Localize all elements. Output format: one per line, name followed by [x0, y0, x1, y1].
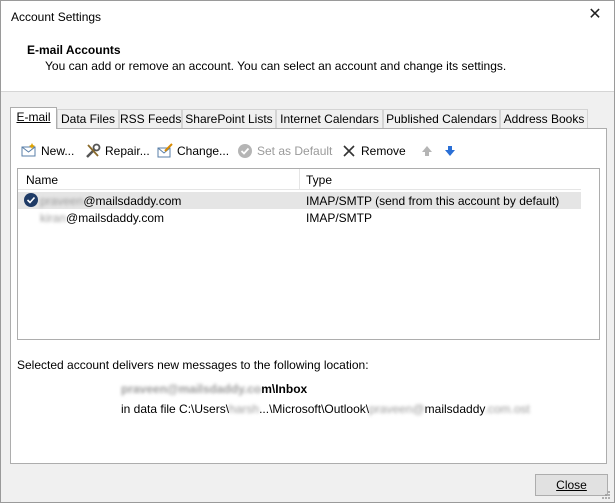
- account-type: IMAP/SMTP (send from this account by def…: [306, 194, 560, 208]
- email-tab-panel: New... Repair... Change... Set as Defaul…: [10, 128, 607, 464]
- change-account-icon: [156, 142, 174, 160]
- arrow-down-icon: [441, 142, 459, 160]
- delivery-data-file-path: in data file C:\Users\harsh...\Microsoft…: [121, 402, 530, 416]
- account-list[interactable]: Name Type praveen@mailsdaddy.com IMAP/SM…: [17, 168, 600, 340]
- column-header-name[interactable]: Name: [18, 169, 300, 190]
- list-header: Name Type: [18, 169, 581, 190]
- account-settings-window: Account Settings ✕ E-mail Accounts You c…: [0, 0, 615, 503]
- arrow-up-icon: [418, 142, 436, 160]
- repair-tools-icon: [84, 142, 102, 160]
- account-name: kiran@mailsdaddy.com: [40, 211, 165, 225]
- repair-button[interactable]: Repair...: [84, 141, 150, 161]
- header-description: You can add or remove an account. You ca…: [45, 59, 507, 73]
- remove-button[interactable]: Remove: [340, 141, 406, 161]
- set-default-label: Set as Default: [257, 144, 333, 158]
- title-bar: Account Settings ✕: [1, 1, 614, 32]
- header-title: E-mail Accounts: [27, 43, 121, 57]
- column-header-type[interactable]: Type: [301, 169, 581, 190]
- resize-grip-icon[interactable]: [601, 489, 611, 499]
- window-title: Account Settings: [11, 10, 102, 24]
- default-account-check-icon: [24, 193, 38, 207]
- tab-internet-calendars[interactable]: Internet Calendars: [276, 109, 383, 128]
- account-type: IMAP/SMTP: [306, 211, 373, 225]
- move-up-button[interactable]: [418, 141, 439, 161]
- move-down-button[interactable]: [441, 141, 462, 161]
- account-row[interactable]: kiran@mailsdaddy.com IMAP/SMTP: [18, 209, 581, 226]
- account-name: praveen@mailsdaddy.com: [40, 194, 182, 208]
- repair-label: Repair...: [105, 144, 150, 158]
- tab-rss-feeds[interactable]: RSS Feeds: [119, 109, 182, 128]
- tab-email[interactable]: E-mail: [10, 107, 57, 129]
- close-button[interactable]: Close: [535, 474, 608, 496]
- set-default-button[interactable]: Set as Default: [236, 141, 332, 161]
- delivery-folder: praveen@mailsdaddy.com\Inbox: [121, 382, 308, 396]
- new-mail-icon: [20, 142, 38, 160]
- check-circle-icon: [236, 142, 254, 160]
- change-label: Change...: [177, 144, 230, 158]
- remove-label: Remove: [361, 144, 406, 158]
- new-account-button[interactable]: New...: [20, 141, 74, 161]
- remove-x-icon: [340, 142, 358, 160]
- close-window-icon[interactable]: ✕: [586, 6, 604, 24]
- tab-sharepoint-lists[interactable]: SharePoint Lists: [182, 109, 276, 128]
- tab-published-calendars[interactable]: Published Calendars: [383, 109, 500, 128]
- account-row[interactable]: praveen@mailsdaddy.com IMAP/SMTP (send f…: [18, 192, 581, 209]
- header: E-mail Accounts You can add or remove an…: [1, 32, 614, 92]
- change-button[interactable]: Change...: [156, 141, 229, 161]
- tab-address-books[interactable]: Address Books: [500, 109, 588, 128]
- tab-data-files[interactable]: Data Files: [57, 109, 119, 128]
- delivery-label: Selected account delivers new messages t…: [17, 358, 369, 372]
- new-account-label: New...: [41, 144, 75, 158]
